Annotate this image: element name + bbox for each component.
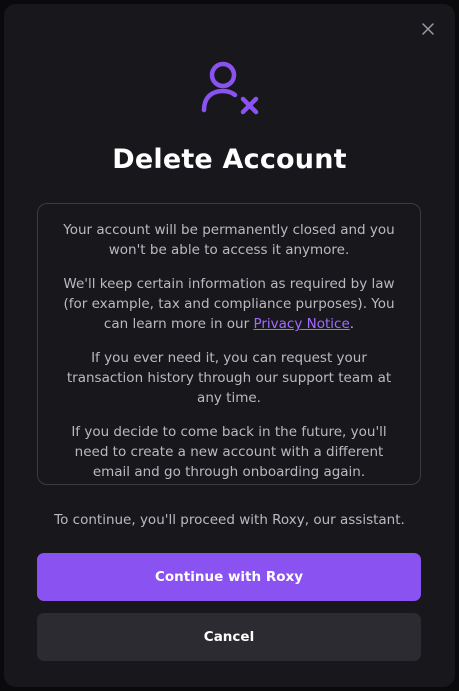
info-paragraph-return: If you decide to come back in the future…	[71, 424, 387, 480]
continue-with-roxy-button[interactable]: Continue with Roxy	[37, 553, 421, 601]
info-paragraph-legal: We'll keep certain information as requir…	[56, 274, 402, 334]
info-paragraph-closed: Your account will be permanently closed …	[63, 222, 395, 258]
continue-note: To continue, you'll proceed with Roxy, o…	[54, 512, 405, 528]
info-card: Your account will be permanently closed …	[37, 203, 421, 485]
info-paragraph-legal-end: .	[349, 316, 355, 332]
close-icon	[422, 23, 434, 35]
privacy-notice-link[interactable]: Privacy Notice	[253, 316, 349, 332]
user-remove-icon	[201, 61, 259, 115]
continue-button-label: Continue with Roxy	[155, 569, 303, 585]
cancel-button[interactable]: Cancel	[37, 613, 421, 661]
cancel-button-label: Cancel	[203, 629, 255, 645]
close-button[interactable]	[417, 18, 439, 40]
info-paragraph-history: If you ever need it, you can request you…	[66, 350, 392, 406]
delete-account-dialog: Delete Account Your account will be perm…	[4, 4, 455, 687]
dialog-title: Delete Account	[112, 144, 347, 175]
